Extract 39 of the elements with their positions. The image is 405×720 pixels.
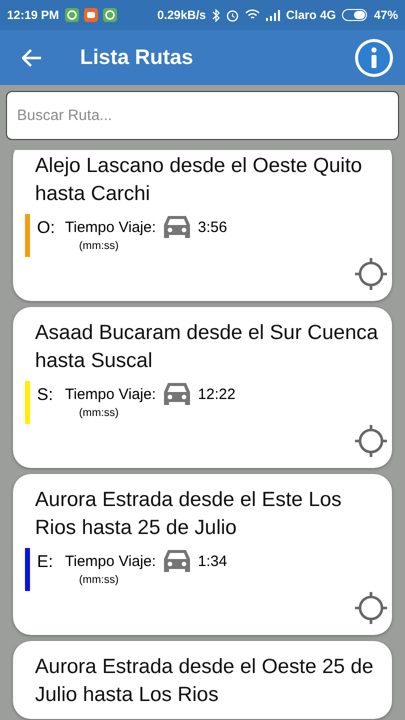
route-title: Aurora Estrada desde el Este Los Rios hasta 25 de Julio [35,487,343,541]
travel-time-label: Tiempo Viaje: [65,552,156,570]
travel-time: 12:22 [198,386,236,402]
carrier-name: Claro 4G [286,8,336,22]
search-field[interactable]: Buscar Ruta... [6,91,399,140]
battery-percent: 47% [374,8,398,22]
route-card[interactable]: Alejo Lascano desde el Oeste Quito hasta Carchi O: Tiempo Viaje: 3:56 (mm:ss) [13,150,392,301]
notification-icons [65,8,118,22]
screen-title: Lista Rutas [80,46,194,70]
time-unit: (mm:ss) [79,240,120,252]
direction-code: O: [37,218,56,238]
direction-code: S: [37,385,54,405]
locate-button[interactable] [354,591,388,625]
bluetooth-icon [212,8,220,22]
car-icon [162,548,192,574]
route-card[interactable]: Aurora Estrada desde el Oeste 25 de Julio hasta Los Rios [13,641,392,719]
battery-icon [342,9,368,21]
travel-time-label: Tiempo Viaje: [65,218,156,236]
signal-icon [266,10,280,20]
route-card[interactable]: Aurora Estrada desde el Este Los Rios hasta 25 de Julio E: Tiempo Viaje: 1:34 (mm:ss) [13,474,392,635]
network-speed: 0.29kB/s [157,8,206,22]
route-title: Alejo Lascano desde el Oeste Quito hasta Carchi [35,153,364,207]
route-card[interactable]: Asaad Bucaram desde el Sur Cuenca hasta Suscal S: Tiempo Viaje: 12:22 (mm:ss) [13,307,392,468]
locate-button[interactable] [354,424,388,458]
time-unit: (mm:ss) [79,574,120,586]
travel-time: 1:34 [198,552,228,570]
route-title: Aurora Estrada desde el Oeste 25 de Julio hasta Los Rios [35,654,374,708]
travel-time: 3:56 [198,218,228,236]
wifi-icon [244,9,260,21]
time-unit: (mm:ss) [79,407,120,419]
status-time: 12:19 PM [7,8,60,22]
locate-button[interactable] [354,257,388,291]
car-icon [162,214,192,240]
alarm-icon [226,8,239,22]
direction-code: E: [37,552,54,572]
route-title: Asaad Bucaram desde el Sur Cuenca hasta Suscal [35,320,378,374]
car-icon [162,381,192,407]
travel-time-label: Tiempo Viaje: [65,386,156,402]
info-button[interactable] [355,38,393,76]
